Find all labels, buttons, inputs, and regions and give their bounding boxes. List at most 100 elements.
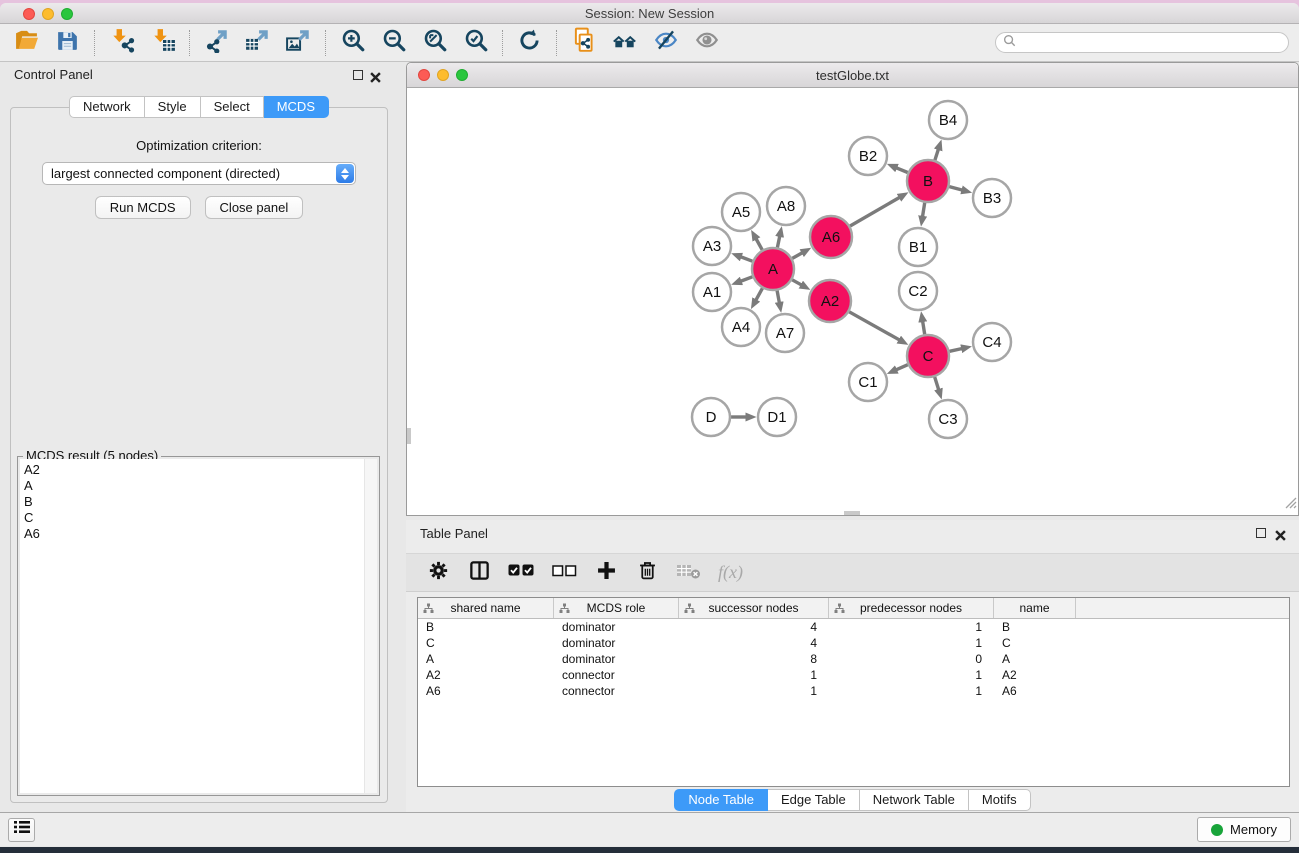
refresh-layout-button[interactable] <box>509 27 550 59</box>
tab-motifs[interactable]: Motifs <box>969 789 1031 811</box>
node-A3[interactable] <box>693 227 731 265</box>
network-minimize-button[interactable] <box>437 69 449 81</box>
cell-shared-name[interactable]: A6 <box>418 684 554 698</box>
edge-A-A4[interactable] <box>756 288 762 300</box>
zoom-in-button[interactable] <box>332 27 373 59</box>
node-C1[interactable] <box>849 363 887 401</box>
column-header-MCDS-role[interactable]: MCDS role <box>554 598 679 618</box>
table-row[interactable]: Bdominator41B <box>418 619 1289 635</box>
export-table-button[interactable] <box>237 27 278 59</box>
table-row[interactable]: Cdominator41C <box>418 635 1289 651</box>
table-row[interactable]: A2connector11A2 <box>418 667 1289 683</box>
mcds-result-item[interactable]: A6 <box>24 526 377 542</box>
cell-predecessor-nodes[interactable]: 1 <box>829 684 994 698</box>
delete-column-button[interactable] <box>635 560 659 586</box>
edge-C-C2[interactable] <box>923 322 925 335</box>
toolbar-search-field[interactable] <box>995 32 1289 53</box>
edge-C-C3[interactable] <box>935 377 939 390</box>
close-panel-icon[interactable] <box>1275 528 1286 539</box>
node-B2[interactable] <box>849 137 887 175</box>
edge-B-B3[interactable] <box>949 187 962 190</box>
cell-shared-name[interactable]: B <box>418 620 554 634</box>
node-C[interactable] <box>907 335 949 377</box>
edge-A-A6[interactable] <box>792 253 802 259</box>
tab-network[interactable]: Network <box>69 96 145 118</box>
tab-edge-table[interactable]: Edge Table <box>768 789 860 811</box>
cell-predecessor-nodes[interactable]: 0 <box>829 652 994 666</box>
zoom-out-button[interactable] <box>373 27 414 59</box>
table-row[interactable]: A6connector11A6 <box>418 683 1289 699</box>
edge-B-B2[interactable] <box>897 168 908 173</box>
cell-shared-name[interactable]: A <box>418 652 554 666</box>
edge-A2-C[interactable] <box>849 312 899 340</box>
hide-selected-button[interactable] <box>645 27 686 59</box>
mcds-result-scrollbar[interactable] <box>364 459 377 793</box>
open-file-button[interactable] <box>6 27 47 59</box>
cell-successor-nodes[interactable]: 4 <box>679 620 829 634</box>
table-row[interactable]: Adominator80A <box>418 651 1289 667</box>
mcds-result-item[interactable]: A <box>24 478 377 494</box>
cell-successor-nodes[interactable]: 1 <box>679 668 829 682</box>
node-C3[interactable] <box>929 400 967 438</box>
cell-shared-name[interactable]: A2 <box>418 668 554 682</box>
tab-select[interactable]: Select <box>201 96 264 118</box>
mcds-result-item[interactable]: B <box>24 494 377 510</box>
edge-B-B1[interactable] <box>923 203 925 217</box>
export-network-button[interactable] <box>196 27 237 59</box>
close-window-button[interactable] <box>23 8 35 20</box>
close-panel-icon[interactable] <box>370 70 381 81</box>
criterion-dropdown[interactable]: largest connected component (directed) <box>42 162 356 185</box>
delete-table-button[interactable] <box>676 560 701 586</box>
import-network-button[interactable] <box>101 27 142 59</box>
node-A2[interactable] <box>809 280 851 322</box>
cell-name[interactable]: C <box>994 636 1076 650</box>
tab-mcds[interactable]: MCDS <box>264 96 329 118</box>
network-zoom-button[interactable] <box>456 69 468 81</box>
cell-successor-nodes[interactable]: 8 <box>679 652 829 666</box>
column-header-predecessor-nodes[interactable]: predecessor nodes <box>829 598 994 618</box>
mcds-result-list[interactable]: A2ABCA6 <box>20 459 377 793</box>
network-close-button[interactable] <box>418 69 430 81</box>
float-panel-icon[interactable] <box>1256 528 1266 538</box>
node-B3[interactable] <box>973 179 1011 217</box>
network-canvas[interactable]: B4B2BB3A8A5A6A3B1AC2A1A2A4A7C4CC1C3DD1 <box>407 88 1298 515</box>
split-handle-icon[interactable] <box>407 428 411 444</box>
zoom-selected-button[interactable] <box>455 27 496 59</box>
edge-A6-B[interactable] <box>850 198 899 227</box>
export-image-button[interactable] <box>278 27 319 59</box>
node-A5[interactable] <box>722 193 760 231</box>
cell-successor-nodes[interactable]: 4 <box>679 636 829 650</box>
zoom-window-button[interactable] <box>61 8 73 20</box>
cell-MCDS-role[interactable]: dominator <box>554 652 679 666</box>
edge-A-A2[interactable] <box>792 280 801 285</box>
resize-gripper-icon[interactable] <box>1284 496 1297 514</box>
node-B4[interactable] <box>929 101 967 139</box>
cell-shared-name[interactable]: C <box>418 636 554 650</box>
node-C2[interactable] <box>899 272 937 310</box>
import-table-button[interactable] <box>142 27 183 59</box>
cell-MCDS-role[interactable]: connector <box>554 684 679 698</box>
node-A1[interactable] <box>693 273 731 311</box>
column-header-successor-nodes[interactable]: successor nodes <box>679 598 829 618</box>
mcds-result-item[interactable]: A2 <box>24 462 377 478</box>
cell-MCDS-role[interactable]: connector <box>554 668 679 682</box>
cell-MCDS-role[interactable]: dominator <box>554 636 679 650</box>
node-table[interactable]: shared nameMCDS rolesuccessor nodesprede… <box>417 597 1290 787</box>
show-all-button[interactable] <box>686 27 727 59</box>
column-header-name[interactable]: name <box>994 598 1076 618</box>
new-network-from-selection-button[interactable] <box>563 27 604 59</box>
float-panel-icon[interactable] <box>353 70 363 80</box>
node-D[interactable] <box>692 398 730 436</box>
first-neighbors-button[interactable] <box>604 27 645 59</box>
memory-button[interactable]: Memory <box>1197 817 1291 842</box>
task-history-button[interactable] <box>8 818 35 842</box>
split-view-button[interactable] <box>467 560 491 586</box>
cell-predecessor-nodes[interactable]: 1 <box>829 668 994 682</box>
cell-predecessor-nodes[interactable]: 1 <box>829 620 994 634</box>
search-input[interactable] <box>1016 36 1288 50</box>
run-mcds-button[interactable]: Run MCDS <box>95 196 191 219</box>
node-A7[interactable] <box>766 314 804 352</box>
cell-name[interactable]: A6 <box>994 684 1076 698</box>
unselect-all-columns-button[interactable] <box>552 560 577 586</box>
mcds-result-item[interactable]: C <box>24 510 377 526</box>
